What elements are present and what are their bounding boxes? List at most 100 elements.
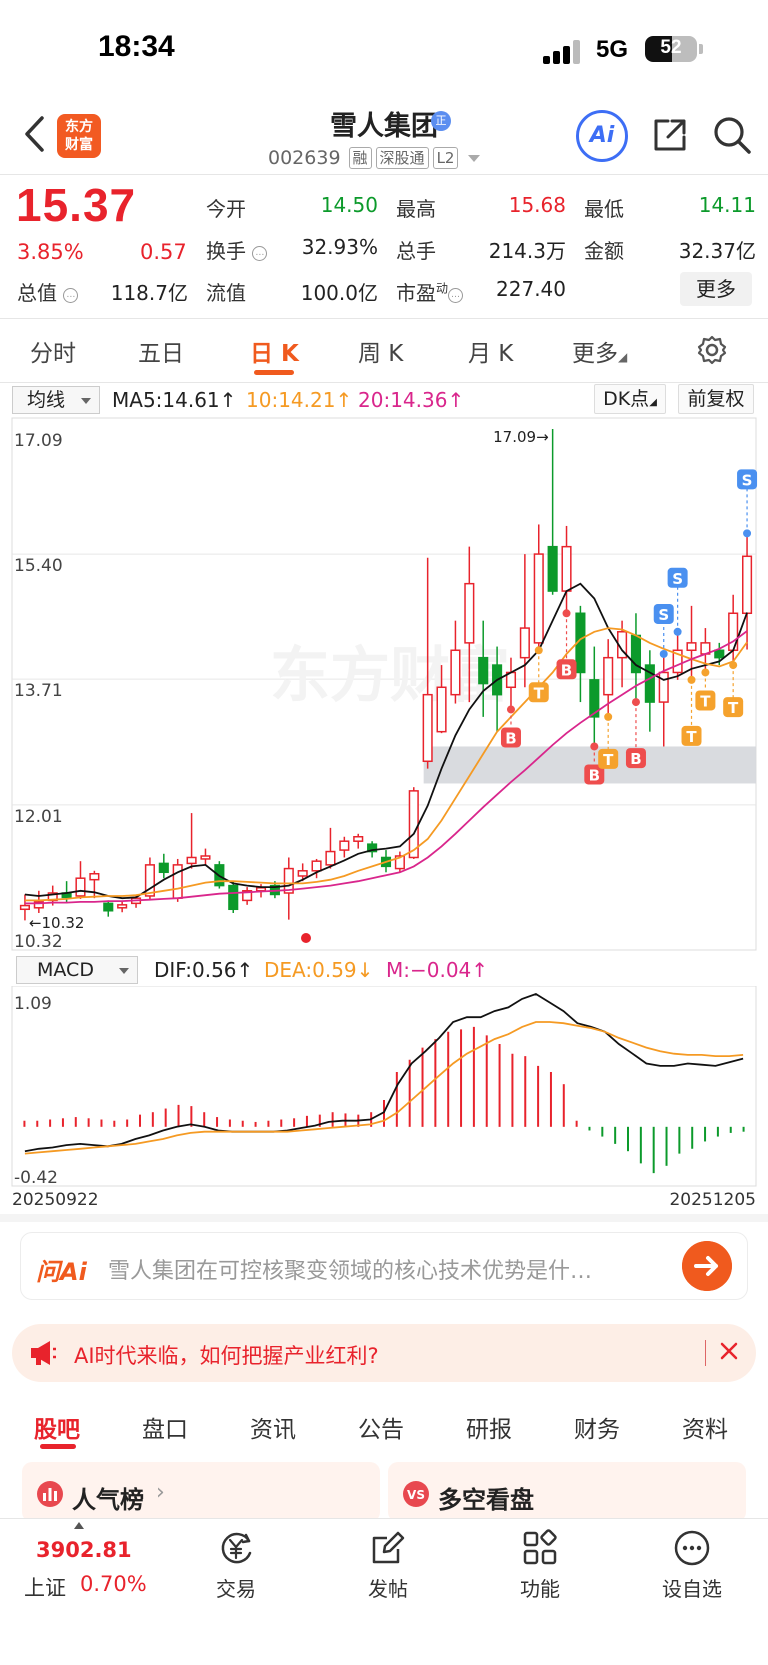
level2-tag: L2 <box>432 147 459 169</box>
long-short-title: 多空看盘 <box>438 1486 534 1514</box>
signal-label: S <box>672 570 683 588</box>
more-circle-icon[interactable] <box>672 1528 712 1568</box>
tab-weekly-k[interactable]: 周 K <box>358 334 403 368</box>
hot-list-icon <box>37 1481 63 1507</box>
index-value[interactable]: 3902.81 <box>36 1538 132 1562</box>
ma10-value: 10:14.21↑ <box>246 388 353 412</box>
signal-dot <box>631 698 640 707</box>
more-button[interactable]: 更多 <box>680 272 752 306</box>
battery-level: 52 <box>660 37 682 58</box>
official-badge: 正 <box>431 111 451 131</box>
candle-body <box>450 649 461 696</box>
info-icon[interactable]: … <box>448 288 464 303</box>
share-icon[interactable] <box>650 115 690 155</box>
high-label: 最高 <box>396 197 436 221</box>
amount-label: 金额 <box>584 239 624 263</box>
tab-market-depth[interactable]: 盘口 <box>142 1410 188 1444</box>
change-percent: 3.85% <box>17 240 84 264</box>
candlestick-chart[interactable]: 17.09 15.40 13.71 12.01 10.32 东方财富 17.09→ ←10.3… <box>0 416 768 954</box>
volume-label: 总手 <box>396 239 436 263</box>
signal-dot <box>590 742 599 751</box>
tab-daily-k[interactable]: 日 K <box>250 334 299 368</box>
float-value: 100.0亿 <box>300 281 378 305</box>
mktcap-value: 118.7亿 <box>110 281 188 305</box>
nav-functions[interactable]: 功能 <box>500 1573 580 1602</box>
signal-label: T <box>700 692 711 710</box>
y-tick-label: 12.01 <box>14 807 63 827</box>
mktcap-label: 总值 … <box>17 277 79 306</box>
ask-ai-question[interactable]: 雪人集团在可控核聚变领域的核心技术优势是什… <box>108 1253 668 1285</box>
nav-trade[interactable]: 交易 <box>196 1573 276 1602</box>
tabs-divider <box>0 382 768 383</box>
trade-icon[interactable] <box>216 1528 256 1568</box>
turnover-value: 32.93% <box>301 235 378 259</box>
mktcap-label-text: 总值 <box>17 281 57 305</box>
nav-watchlist[interactable]: 设自选 <box>652 1573 732 1602</box>
low-label: 最低 <box>584 197 624 221</box>
tab-forum[interactable]: 股吧 <box>34 1410 80 1444</box>
tab-research[interactable]: 研报 <box>466 1410 512 1444</box>
signal-label: S <box>658 606 669 624</box>
macd-frame <box>11 986 757 1187</box>
info-icon[interactable]: … <box>252 246 268 261</box>
pe-label-text: 市盈 <box>396 281 436 305</box>
max-price-marker: 17.09→ <box>493 428 549 446</box>
candle-body <box>742 555 753 615</box>
adjust-button[interactable]: 前复权 <box>678 384 754 414</box>
candle-body <box>464 582 475 644</box>
macd-select[interactable]: MACD <box>16 956 138 984</box>
signal-dot <box>534 646 543 655</box>
apps-icon[interactable] <box>520 1528 560 1568</box>
hot-list-title: 人气榜 <box>72 1486 144 1514</box>
info-icon[interactable]: … <box>63 288 79 303</box>
connect-tag: 深股通 <box>375 147 429 169</box>
tab-five-day[interactable]: 五日 <box>138 334 184 368</box>
signal-dot <box>604 712 613 721</box>
volume-value: 214.3万 <box>488 239 566 263</box>
high-value: 15.68 <box>508 193 566 217</box>
candle-body <box>158 862 169 874</box>
index-name[interactable]: 上证 <box>24 1572 66 1602</box>
signal-label: B <box>589 766 600 784</box>
gear-icon[interactable] <box>696 334 728 366</box>
open-label: 今开 <box>206 197 246 221</box>
indicator-select[interactable]: 均线 <box>12 386 100 414</box>
tab-announcements[interactable]: 公告 <box>358 1410 404 1444</box>
signal-dot <box>673 627 682 636</box>
chevron-down-icon[interactable] <box>468 154 481 162</box>
close-icon[interactable] <box>714 1336 744 1366</box>
dk-point-button[interactable]: DK点◢ <box>594 384 666 414</box>
signal-label: B <box>630 750 641 768</box>
candle-body <box>561 545 572 592</box>
index-change[interactable]: 0.70% <box>80 1572 147 1596</box>
ai-button[interactable]: Ai <box>576 110 628 162</box>
active-bottom-tab-indicator <box>40 1444 76 1449</box>
stock-code-row[interactable]: 002639 融 深股通 L2 <box>268 146 481 170</box>
header-divider <box>0 174 768 175</box>
tab-news[interactable]: 资讯 <box>250 1410 296 1444</box>
tab-profile[interactable]: 资料 <box>682 1410 728 1444</box>
candle-body <box>547 545 558 592</box>
tab-financials[interactable]: 财务 <box>574 1410 620 1444</box>
banner-text[interactable]: AI时代来临，如何把握产业红利? <box>74 1340 379 1370</box>
pe-label: 市盈动… <box>396 277 464 306</box>
signal-label: T <box>686 728 697 746</box>
arrow-right-icon[interactable] <box>682 1241 732 1291</box>
cellular-signal-icon <box>543 40 583 64</box>
tab-intraday[interactable]: 分时 <box>30 334 76 368</box>
y-tick-label: 15.40 <box>14 556 63 576</box>
tab-more-label: 更多 <box>572 341 618 367</box>
search-icon[interactable] <box>712 115 752 155</box>
candle-body <box>533 553 544 644</box>
caret-up-icon <box>74 1522 84 1529</box>
compose-icon[interactable] <box>368 1528 408 1568</box>
min-price-marker: ←10.32 <box>29 914 85 932</box>
tab-more[interactable]: 更多◢ <box>572 334 627 368</box>
tab-monthly-k[interactable]: 月 K <box>468 334 513 368</box>
macd-chart[interactable]: 1.09 -0.42 20250922 20251205 <box>0 986 768 1208</box>
battery-icon: 52 <box>645 36 697 62</box>
dif-value: DIF:0.56↑ <box>154 958 254 982</box>
macd-line-DEA <box>24 1021 744 1155</box>
turnover-label: 换手 … <box>206 235 268 264</box>
nav-post[interactable]: 发帖 <box>348 1573 428 1602</box>
